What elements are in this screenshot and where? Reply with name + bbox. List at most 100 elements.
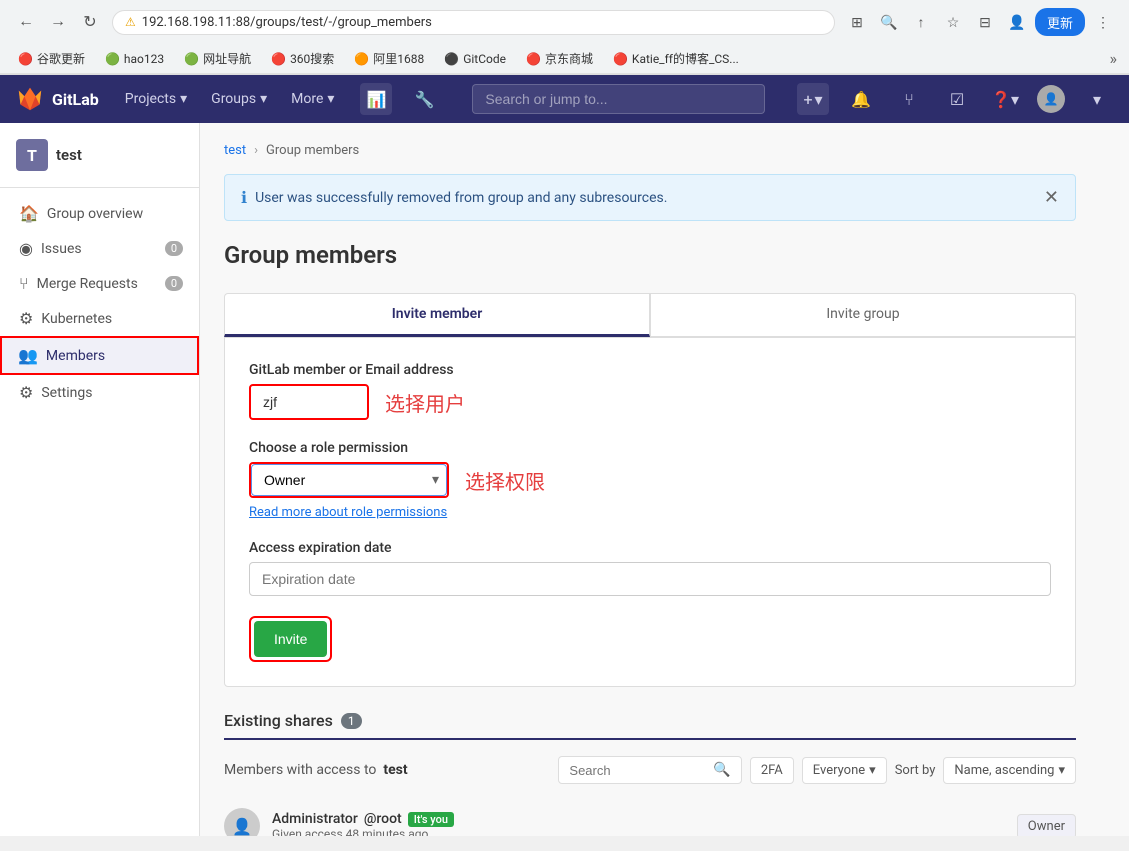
gitlab-app: GitLab Projects ▾ Groups ▾ More ▾ 📊 🔧: [0, 75, 1129, 836]
bookmark-alibaba[interactable]: 🟠 阿里1688: [348, 48, 430, 69]
merge-icon: ⑂: [904, 90, 914, 109]
sort-select-button[interactable]: Name, ascending ▾: [943, 757, 1076, 784]
chevron-down-icon: ▾: [815, 90, 823, 109]
role-field-label: Choose a role permission: [249, 440, 1051, 456]
sidebar-item-merge-requests[interactable]: ⑂ Merge Requests 0: [0, 266, 199, 301]
nav-plus-button[interactable]: + ▾: [797, 83, 829, 115]
expiry-input[interactable]: [249, 562, 1051, 596]
chevron-down-icon: ▾: [180, 91, 187, 107]
gitlab-logo[interactable]: GitLab: [16, 85, 99, 113]
nav-merge-requests-button[interactable]: ⑂: [893, 83, 925, 115]
sidebar-item-members[interactable]: 👥 Members: [0, 336, 199, 375]
bookmark-hao123[interactable]: 🟢 hao123: [99, 50, 170, 68]
breadcrumb-parent[interactable]: test: [224, 143, 246, 158]
nav-projects-label: Projects: [125, 91, 176, 107]
alert-close-button[interactable]: ✕: [1044, 187, 1059, 208]
nav-help-button[interactable]: ❓ ▾: [989, 83, 1021, 115]
member-username: @root: [364, 811, 402, 827]
everyone-filter-button[interactable]: Everyone ▾: [802, 757, 887, 784]
tab-invite-member[interactable]: Invite member: [224, 293, 650, 337]
table-row: 👤 Administrator @root It's you Given acc…: [224, 796, 1076, 836]
nav-chart-button[interactable]: 📊: [360, 83, 392, 115]
members-list: 👤 Administrator @root It's you Given acc…: [224, 796, 1076, 836]
member-email-input[interactable]: [249, 384, 369, 420]
role-select[interactable]: Owner Maintainer Developer Reporter Gues…: [251, 464, 447, 496]
bookmark-url-nav[interactable]: 🟢 网址导航: [178, 48, 257, 69]
browser-nav-buttons: ← → ↻: [12, 8, 104, 36]
project-name: test: [56, 146, 82, 164]
update-button[interactable]: 更新: [1035, 8, 1085, 36]
member-access-time: Given access 48 minutes ago: [272, 827, 454, 836]
2fa-filter-button[interactable]: 2FA: [750, 757, 794, 784]
sidebar-item-issues[interactable]: ◉ Issues 0: [0, 231, 199, 266]
profile-button[interactable]: 👤: [1003, 8, 1031, 36]
nav-avatar[interactable]: 👤: [1037, 85, 1065, 113]
sidebar-item-left: ⚙ Settings: [19, 383, 92, 402]
nav-search[interactable]: [472, 84, 765, 114]
sidebar-item-settings[interactable]: ⚙ Settings: [0, 375, 199, 410]
search-button[interactable]: 🔍: [875, 8, 903, 36]
bookmark-360[interactable]: 🔴 360搜索: [265, 48, 340, 69]
nav-groups[interactable]: Groups ▾: [201, 87, 277, 111]
members-search-box[interactable]: 🔍: [558, 756, 741, 784]
existing-shares-section: Existing shares 1 Members with access to…: [224, 711, 1076, 836]
split-screen-button[interactable]: ⊟: [971, 8, 999, 36]
back-button[interactable]: ←: [12, 8, 40, 36]
sidebar-project[interactable]: T test: [0, 123, 199, 188]
nav-settings-button[interactable]: 🔧: [408, 83, 440, 115]
sidebar-item-label: Settings: [41, 385, 92, 401]
breadcrumb-separator: ›: [254, 143, 258, 158]
sidebar-item-label: Issues: [41, 241, 82, 257]
bookmark-google-update[interactable]: 🔴 谷歌更新: [12, 48, 91, 69]
role-permissions-link[interactable]: Read more about role permissions: [249, 505, 447, 520]
sidebar-item-left: 🏠 Group overview: [19, 204, 143, 223]
you-badge: It's you: [408, 812, 454, 827]
bookmark-gitcode[interactable]: ⚫ GitCode: [438, 50, 512, 68]
menu-button[interactable]: ⋮: [1089, 8, 1117, 36]
nav-avatar-chevron[interactable]: ▾: [1081, 83, 1113, 115]
bookmark-icon: 🔴: [526, 52, 541, 66]
chevron-down-icon: ▾: [869, 763, 876, 778]
tab-invite-group[interactable]: Invite group: [650, 293, 1076, 337]
nav-notifications-button[interactable]: 🔔: [845, 83, 877, 115]
sidebar-item-kubernetes[interactable]: ⚙ Kubernetes: [0, 301, 199, 336]
role-annotation: 选择权限: [465, 466, 545, 495]
nav-menu: Projects ▾ Groups ▾ More ▾: [115, 87, 345, 111]
nav-more[interactable]: More ▾: [281, 87, 344, 111]
invite-button[interactable]: Invite: [254, 621, 327, 657]
avatar-icon: 👤: [1044, 92, 1059, 106]
bookmark-katie[interactable]: 🔴 Katie_ff的博客_CS...: [607, 48, 745, 69]
bookmark-jd[interactable]: 🔴 京东商城: [520, 48, 599, 69]
nav-projects[interactable]: Projects ▾: [115, 87, 197, 111]
sidebar-item-group-overview[interactable]: 🏠 Group overview: [0, 196, 199, 231]
member-role-badge[interactable]: Owner: [1017, 814, 1076, 837]
content-inner: test › Group members ℹ User was successf…: [200, 123, 1100, 836]
help-icon: ❓: [991, 90, 1011, 109]
breadcrumb-current: Group members: [266, 143, 359, 158]
address-bar[interactable]: ⚠ 192.168.198.11:88/groups/test/-/group_…: [112, 10, 835, 35]
todo-icon: ☑: [950, 90, 964, 109]
sidebar-nav: 🏠 Group overview ◉ Issues 0 ⑂ Merge Requ…: [0, 188, 199, 418]
bookmark-icon: 🟢: [105, 52, 120, 66]
bookmark-button[interactable]: ☆: [939, 8, 967, 36]
translate-button[interactable]: ⊞: [843, 8, 871, 36]
filter-text: Members with access to: [224, 762, 376, 778]
chevron-down-icon: ▾: [327, 91, 334, 107]
sidebar-item-label: Kubernetes: [41, 311, 112, 327]
nav-search-input[interactable]: [472, 84, 765, 114]
sort-label: Sort by: [895, 763, 936, 778]
bookmark-label: 阿里1688: [373, 50, 424, 67]
reload-button[interactable]: ↻: [76, 8, 104, 36]
bookmark-icon: 🔴: [271, 52, 286, 66]
more-bookmarks-button[interactable]: »: [1110, 49, 1118, 68]
settings-icon: ⚙: [19, 383, 33, 402]
forward-button[interactable]: →: [44, 8, 72, 36]
browser-actions: ⊞ 🔍 ↑ ☆ ⊟ 👤 更新 ⋮: [843, 8, 1117, 36]
bookmarks-bar: 🔴 谷歌更新 🟢 hao123 🟢 网址导航 🔴 360搜索 🟠 阿里1688 …: [0, 44, 1129, 74]
project-avatar: T: [16, 139, 48, 171]
bookmark-icon: ⚫: [444, 52, 459, 66]
share-button[interactable]: ↑: [907, 8, 935, 36]
members-search-input[interactable]: [569, 763, 709, 778]
avatar-letter: T: [27, 146, 37, 165]
nav-todos-button[interactable]: ☑: [941, 83, 973, 115]
